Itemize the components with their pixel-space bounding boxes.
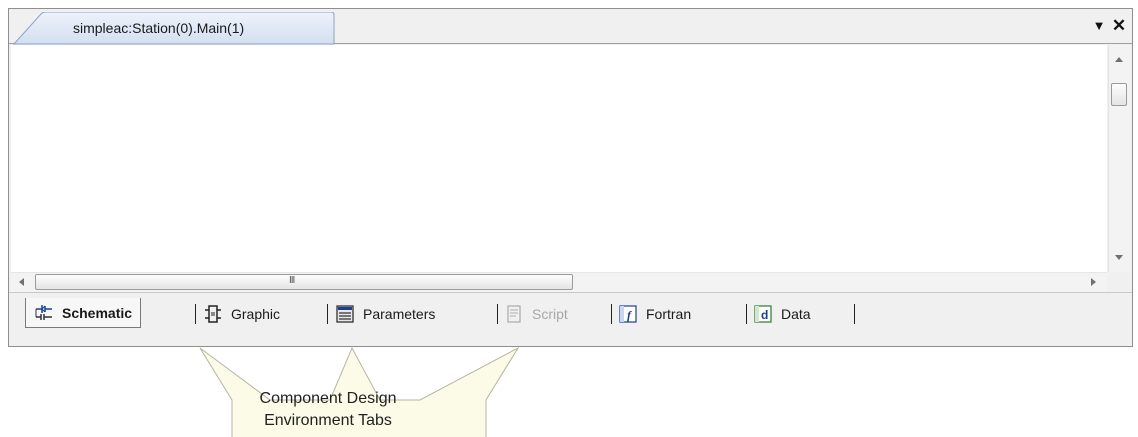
callout-bubble [199, 346, 520, 437]
callout-text: Component Design Environment Tabs [238, 388, 418, 432]
callout-line-2: Environment Tabs [264, 412, 392, 429]
callout-line-1: Component Design [259, 390, 397, 407]
